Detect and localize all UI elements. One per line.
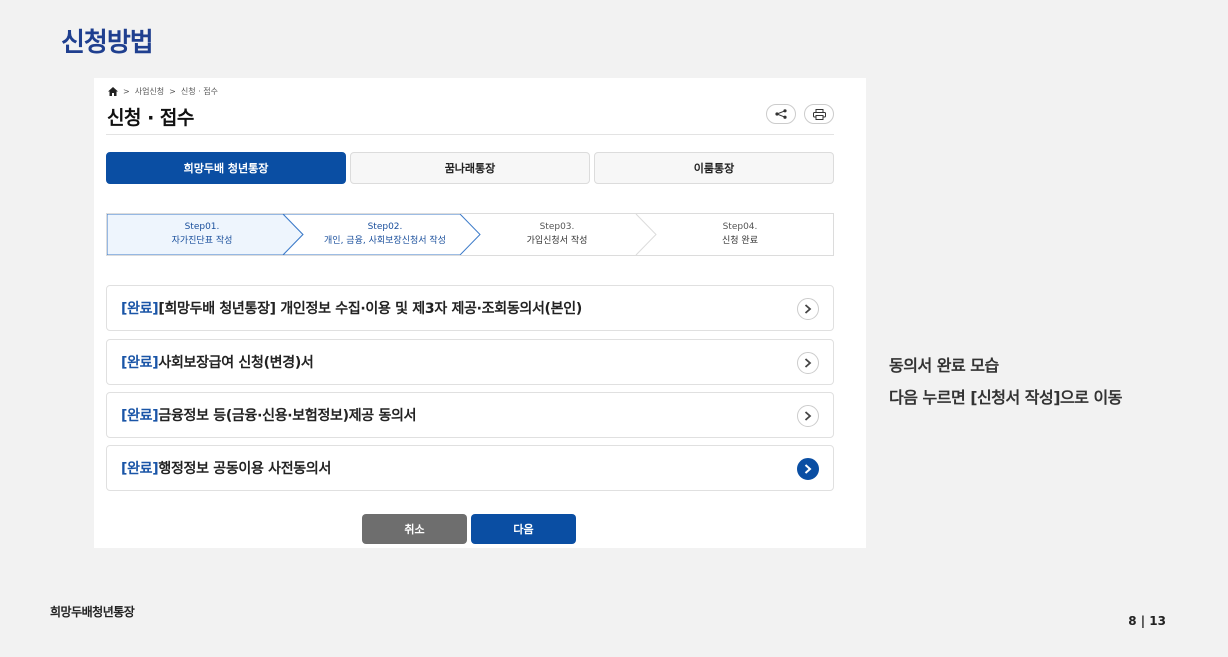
consent-title: [희망두배 청년통장] 개인정보 수집·이용 및 제3자 제공·조회동의서(본인… [158,301,582,317]
screenshot-panel: > 사업신청 > 신청 · 접수 신청 · 접수 희망두배 청년통장 꿈나래통장… [94,78,866,548]
print-button[interactable] [804,104,834,124]
breadcrumb-item-current: 신청 · 접수 [180,87,218,96]
chevron-right-icon [804,358,812,368]
chevron-right-icon [804,464,812,474]
chevron-right-icon [804,304,812,314]
note-line: 동의서 완료 모습 [889,356,999,375]
tab-irum[interactable]: 이룸통장 [594,152,834,184]
consent-item-financial-info[interactable]: [완료] 금융정보 등(금융·신용·보험정보)제공 동의서 [106,392,834,438]
print-icon [812,108,826,120]
step-4: Step04. 신청 완료 [722,222,758,246]
status-badge: [완료] [121,355,159,371]
page-title: 신청 · 접수 [107,107,194,129]
open-consent-button[interactable] [797,352,819,374]
step-2: Step02. 개인, 금융, 사회보장신청서 작성 [324,222,446,246]
status-badge: [완료] [121,301,159,317]
open-consent-button[interactable] [797,458,819,480]
breadcrumb: > 사업신청 > 신청 · 접수 [108,86,218,97]
next-button[interactable]: 다음 [471,514,576,544]
page-indicator: 8 | 13 [1128,614,1166,628]
consent-title: 금융정보 등(금융·신용·보험정보)제공 동의서 [158,408,417,424]
slide-title: 신청방법 [61,28,154,58]
consent-title: 행정정보 공동이용 사전동의서 [158,461,332,477]
step-1: Step01. 자가진단표 작성 [171,222,233,246]
breadcrumb-item-apply[interactable]: 사업신청 [135,86,164,97]
home-icon[interactable] [108,87,118,96]
step-indicator: Step01. 자가진단표 작성 Step02. 개인, 금융, 사회보장신청서… [106,213,834,256]
open-consent-button[interactable] [797,405,819,427]
consent-item-personal-info[interactable]: [완료] [희망두배 청년통장] 개인정보 수집·이용 및 제3자 제공·조회동… [106,285,834,331]
breadcrumb-separator: > [123,87,130,96]
program-tabs: 희망두배 청년통장 꿈나래통장 이룸통장 [106,152,834,184]
share-icon [775,109,787,119]
footer-program-name: 희망두배청년통장 [50,605,135,619]
cancel-button[interactable]: 취소 [362,514,467,544]
open-consent-button[interactable] [797,298,819,320]
consent-item-admin-info[interactable]: [완료] 행정정보 공동이용 사전동의서 [106,445,834,491]
status-badge: [완료] [121,408,159,424]
chevron-right-icon [804,411,812,421]
consent-title: 사회보장급여 신청(변경)서 [158,355,314,371]
note-line: 다음 누르면 [신청서 작성]으로 이동 [889,388,1123,407]
breadcrumb-separator: > [169,87,176,96]
status-badge: [완료] [121,461,159,477]
tab-dream-wing[interactable]: 꿈나래통장 [350,152,590,184]
title-divider [106,134,834,135]
annotation-note: 동의서 완료 모습 다음 누르면 [신청서 작성]으로 이동 [889,350,1123,414]
step-3: Step03. 가입신청서 작성 [526,222,588,246]
share-button[interactable] [766,104,796,124]
consent-item-social-security[interactable]: [완료] 사회보장급여 신청(변경)서 [106,339,834,385]
tab-hope-double[interactable]: 희망두배 청년통장 [106,152,346,184]
